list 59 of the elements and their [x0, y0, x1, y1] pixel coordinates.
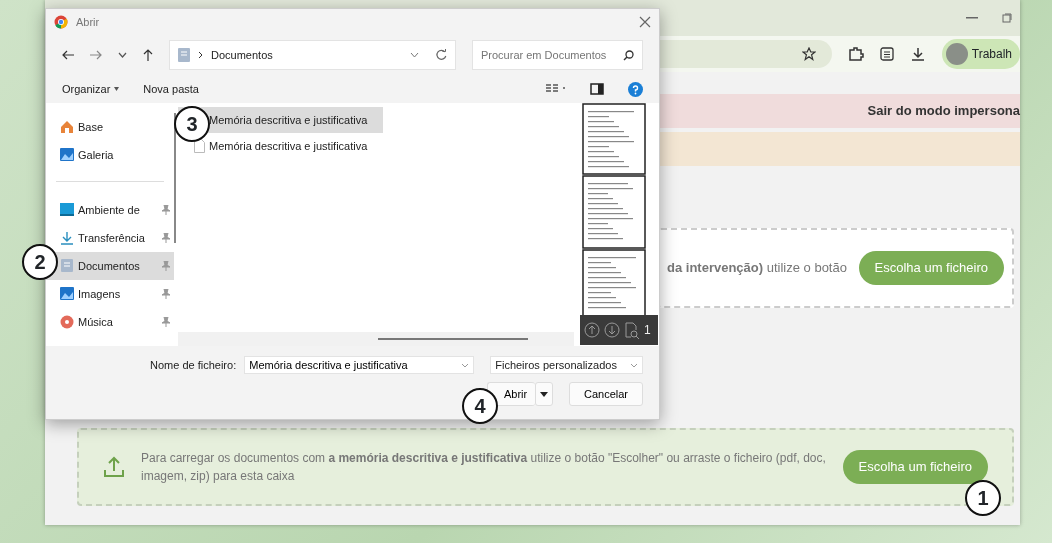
minimize-icon[interactable]	[966, 17, 978, 19]
refresh-icon[interactable]	[435, 49, 447, 61]
browser-logo-icon	[54, 15, 68, 29]
nav-item[interactable]: Imagens	[46, 280, 174, 308]
cancel-button[interactable]: Cancelar	[569, 382, 643, 406]
nav-item[interactable]: Documentos	[46, 252, 174, 280]
forward-arrow-icon[interactable]	[90, 50, 102, 60]
dialog-title: Abrir	[76, 14, 101, 30]
reading-list-icon[interactable]	[879, 47, 894, 61]
picture-icon	[60, 287, 74, 301]
file-type-dropdown[interactable]: Ficheiros personalizados	[490, 356, 643, 374]
nav-item[interactable]: Música	[46, 308, 174, 336]
star-icon[interactable]	[801, 47, 816, 61]
search-field[interactable]: Procurar em Documentos	[481, 46, 623, 64]
nav-item[interactable]: Galeria	[46, 141, 174, 169]
document-icon	[60, 259, 74, 273]
disc-icon	[60, 315, 74, 329]
house-icon	[60, 120, 74, 134]
download-icon[interactable]	[909, 46, 926, 62]
preview-pane-icon[interactable]	[590, 83, 604, 95]
path-text: Documentos	[211, 47, 274, 63]
page-up-icon[interactable]	[584, 322, 600, 338]
upload-dropzone[interactable]: da intervenção) utilize o botão Escolha um ficheiro	[657, 228, 1014, 308]
page-zoom-icon[interactable]	[624, 321, 640, 339]
restore-icon[interactable]	[1002, 13, 1012, 23]
help-icon[interactable]	[628, 81, 643, 97]
file-icon	[194, 139, 205, 153]
monitor-icon	[60, 203, 74, 217]
chevron-down-icon[interactable]	[118, 52, 127, 58]
page-down-icon[interactable]	[604, 322, 620, 338]
pin-icon[interactable]	[161, 233, 170, 243]
page-number: 1	[644, 322, 651, 339]
open-button[interactable]: Abrir	[487, 382, 535, 406]
upload-instructions: Para carregar os documentos com a memória descritiva e justificativa utilize o botão "Escolher" ou arraste o ficheiro (pdf, doc, imagem, zip) para esta caixa	[141, 450, 827, 485]
puzzle-icon[interactable]	[847, 46, 864, 62]
pin-icon[interactable]	[161, 317, 170, 327]
caret-icon	[114, 87, 120, 91]
back-arrow-icon[interactable]	[62, 50, 74, 60]
close-icon[interactable]	[639, 16, 651, 28]
step-number: 2	[22, 244, 58, 280]
pin-icon[interactable]	[161, 205, 170, 215]
chevron-down-icon[interactable]	[410, 52, 419, 58]
chevron-right-icon	[198, 51, 203, 59]
download-arrow-icon	[60, 231, 74, 245]
search-icon[interactable]	[623, 49, 634, 61]
filename-label: Nome de ficheiro:	[150, 357, 237, 373]
pin-icon[interactable]	[161, 289, 170, 299]
upload-icon	[103, 456, 125, 478]
picture-icon	[60, 148, 74, 162]
path-field[interactable]: Documentos	[169, 40, 456, 70]
view-list-icon[interactable]	[546, 84, 566, 94]
profile-button[interactable]: Trabalh	[941, 39, 1020, 69]
split-dropdown-button[interactable]	[535, 382, 553, 406]
document-folder-icon	[178, 48, 190, 62]
search-box[interactable]: Procurar em Documentos	[472, 40, 643, 70]
up-arrow-icon[interactable]	[143, 49, 153, 61]
nav-item[interactable]: Ambiente de	[46, 196, 174, 224]
caret-icon	[540, 392, 548, 398]
upload-instructions: da intervenção) utilize o botão	[667, 259, 848, 278]
